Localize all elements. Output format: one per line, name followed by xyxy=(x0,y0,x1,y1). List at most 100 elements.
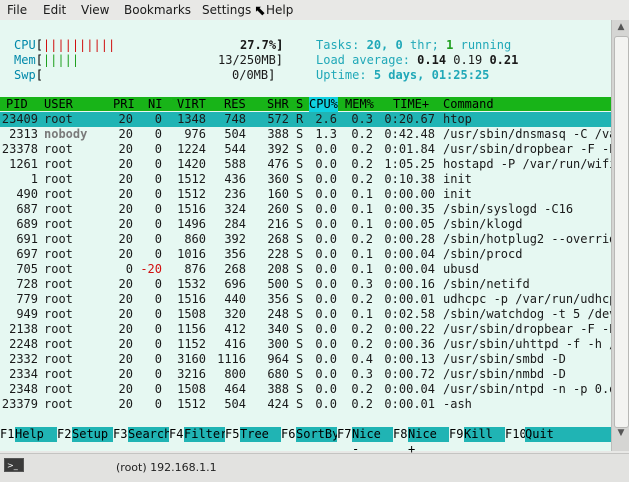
cell-cmd: init xyxy=(443,187,472,201)
scroll-thumb[interactable] xyxy=(614,36,629,428)
cell-pid: 23378 xyxy=(1,142,38,156)
scroll-up-icon[interactable]: ▲ xyxy=(612,22,629,34)
nice-plus-button[interactable]: Nice + xyxy=(408,427,449,456)
cell-virt: 3216 xyxy=(177,367,206,381)
process-row[interactable]: 691 root 20 0 860 392 268 S 0.0 0.2 0:00.28/sbin/h… xyxy=(0,232,616,247)
col-virt[interactable]: VIRT xyxy=(177,97,206,112)
setup-button[interactable]: Setup xyxy=(72,427,113,442)
cell-user: root xyxy=(44,307,73,321)
tree-button[interactable]: Tree xyxy=(240,427,281,442)
cell-cpu: 0.0 xyxy=(315,322,337,336)
process-row[interactable]: 779 root 20 0 1516 440 356 S 0.0 0.2 0:00.01 udhcpc… xyxy=(0,292,616,307)
cell-cmd: /sbin/procd xyxy=(443,247,523,261)
taskbar-window-title[interactable]: (root) 192.168.1.1 xyxy=(116,461,217,474)
col-user[interactable]: USER xyxy=(44,97,73,112)
cell-virt: 1512 xyxy=(177,187,206,201)
cell-virt: 1508 xyxy=(177,382,206,396)
sortby-button[interactable]: SortBy xyxy=(296,427,339,442)
process-row[interactable]: 687 root 20 0 1516 324 260 S 0.0 0.1 0:00.35/sbin/… xyxy=(0,202,611,217)
process-row[interactable]: 2334 root 20 0 3216 800 680 S 0.0 0.3 0:00.72/usr/… xyxy=(0,367,611,382)
cell-shr: 356 xyxy=(267,292,289,306)
filter-button[interactable]: Filter xyxy=(184,427,227,442)
cell-user: root xyxy=(44,142,73,156)
process-row[interactable]: 23379 root 20 0 1512 504 424 S 0.0 0.2 0:00.01 -ash xyxy=(0,397,611,412)
process-row[interactable]: 949 root 20 0 1508 320 248 S 0.0 0.1 0:02.58/sbin/… xyxy=(0,307,616,322)
cell-s: S xyxy=(296,337,304,351)
cell-res: 284 xyxy=(224,217,246,231)
help-button[interactable]: Help xyxy=(15,427,57,442)
cell-cpu: 0.0 xyxy=(315,307,337,321)
process-row[interactable]: 705 root 0 -20 876 268 208 S 0.0 0.1 0:00.04 ubusd xyxy=(0,262,611,277)
cell-cmd: /usr/sbin/ntpd -n -p 0.o xyxy=(443,382,617,396)
selected-process-row[interactable]: 23409 root 20 0 1348 748 572 R 2.6 0.3 0:20.67 htop xyxy=(0,112,611,127)
cell-pri: 20 xyxy=(118,232,133,246)
process-row[interactable]: 2138 root 20 0 1156 412 340 S 0.0 0.2 0:00.22/usr/… xyxy=(0,322,616,337)
process-row[interactable]: 2332 root 20 0 3160 1116 964 S 0.0 0.4 0:00.13/usr… xyxy=(0,352,611,367)
cell-res: 800 xyxy=(224,367,246,381)
terminal-area[interactable]: CPU[|||||||||| 27.7%] Mem[||||| 13/250MB… xyxy=(0,20,617,456)
menu-file[interactable]: File xyxy=(7,3,27,17)
cell-shr: 388 xyxy=(267,382,289,396)
scroll-down-icon[interactable]: ▼ xyxy=(612,428,629,440)
menu-edit[interactable]: Edit xyxy=(43,3,66,17)
vertical-scrollbar[interactable]: ▲ ▼ xyxy=(611,20,629,451)
cell-ni: 0 xyxy=(154,352,162,366)
cell-pid: 1 xyxy=(30,172,38,186)
col-pri[interactable]: PRI xyxy=(113,97,135,112)
menu-bar: File Edit View Bookmarks Settings Help ⬉ xyxy=(0,0,629,20)
menu-view[interactable]: View xyxy=(81,3,109,17)
cell-user: root xyxy=(44,367,73,381)
cell-shr: 476 xyxy=(267,157,289,171)
cell-user: root xyxy=(44,112,73,126)
cell-time: 0:00.28 xyxy=(384,232,435,246)
cell-cmd: htop xyxy=(443,112,472,126)
cell-cmd: init xyxy=(443,172,472,186)
col-cpu[interactable]: CPU% xyxy=(309,97,338,112)
nice-minus-button[interactable]: Nice - xyxy=(352,427,393,456)
kill-button[interactable]: Kill xyxy=(464,427,505,442)
cell-shr: 160 xyxy=(267,187,289,201)
col-command[interactable]: Command xyxy=(443,97,494,112)
cell-pri: 20 xyxy=(118,352,133,366)
process-row[interactable]: 697 root 20 0 1016 356 228 S 0.0 0.1 0:00.04/sbin/… xyxy=(0,247,611,262)
process-row[interactable]: 1 root 20 0 1512 436 360 S 0.0 0.2 0:10.38 init xyxy=(0,172,611,187)
process-row[interactable]: 23378 root 20 0 1224 544 392 S 0.0 0.2 0:01.84/usr… xyxy=(0,142,617,157)
cell-mem: 0.2 xyxy=(351,172,373,186)
mem-label: Mem xyxy=(14,53,36,67)
cell-pid: 23379 xyxy=(1,397,38,411)
swp-meter: Swp[ xyxy=(14,68,43,82)
process-row[interactable]: 2248 root 20 0 1152 416 300 S 0.0 0.2 0:00.36/usr/… xyxy=(0,337,616,352)
tasks-label: Tasks: xyxy=(316,38,360,52)
cell-res: 696 xyxy=(224,277,246,291)
cell-pri: 20 xyxy=(118,142,133,156)
col-s[interactable]: S xyxy=(296,97,303,112)
cell-res: 1116 xyxy=(217,352,246,366)
process-row[interactable]: 1261 root 20 0 1420 588 476 S 0.0 0.2 1:05.25 hosta… xyxy=(0,157,616,172)
search-button[interactable]: Search xyxy=(128,427,171,442)
cell-res: 504 xyxy=(224,397,246,411)
process-row[interactable]: 490 root 20 0 1512 236 160 S 0.0 0.1 0:00.00 init xyxy=(0,187,611,202)
col-time[interactable]: TIME+ xyxy=(393,97,429,112)
col-shr[interactable]: SHR xyxy=(267,97,289,112)
cell-mem: 0.2 xyxy=(351,232,373,246)
process-row[interactable]: 2348 root 20 0 1508 464 388 S 0.0 0.2 0:00.04/usr/… xyxy=(0,382,616,397)
process-row[interactable]: 2313 nobody 20 0 976 504 388 S 1.3 0.2 0:42.48/usr… xyxy=(0,127,616,142)
process-row[interactable]: 728 root 20 0 1532 696 500 S 0.0 0.3 0:00.16/sbin/… xyxy=(0,277,611,292)
cell-s: S xyxy=(296,202,304,216)
swp-value-text: 0/0MB xyxy=(232,68,269,82)
process-row[interactable]: 689 root 20 0 1496 284 216 S 0.0 0.1 0:00.05/sbin/… xyxy=(0,217,611,232)
terminal-icon[interactable]: >_ xyxy=(4,458,24,472)
cell-shr: 360 xyxy=(267,172,289,186)
cell-s: S xyxy=(296,142,304,156)
quit-button[interactable]: Quit xyxy=(525,427,611,442)
cell-s: S xyxy=(296,352,304,366)
col-res[interactable]: RES xyxy=(224,97,246,112)
menu-bookmarks[interactable]: Bookmarks xyxy=(124,3,191,17)
col-pid[interactable]: PID xyxy=(6,97,28,112)
cell-pri: 20 xyxy=(118,157,133,171)
col-mem[interactable]: MEM% xyxy=(345,97,374,112)
menu-help[interactable]: Help xyxy=(266,3,293,17)
menu-settings[interactable]: Settings xyxy=(202,3,251,17)
col-ni[interactable]: NI xyxy=(148,97,162,112)
cell-pri: 20 xyxy=(118,247,133,261)
